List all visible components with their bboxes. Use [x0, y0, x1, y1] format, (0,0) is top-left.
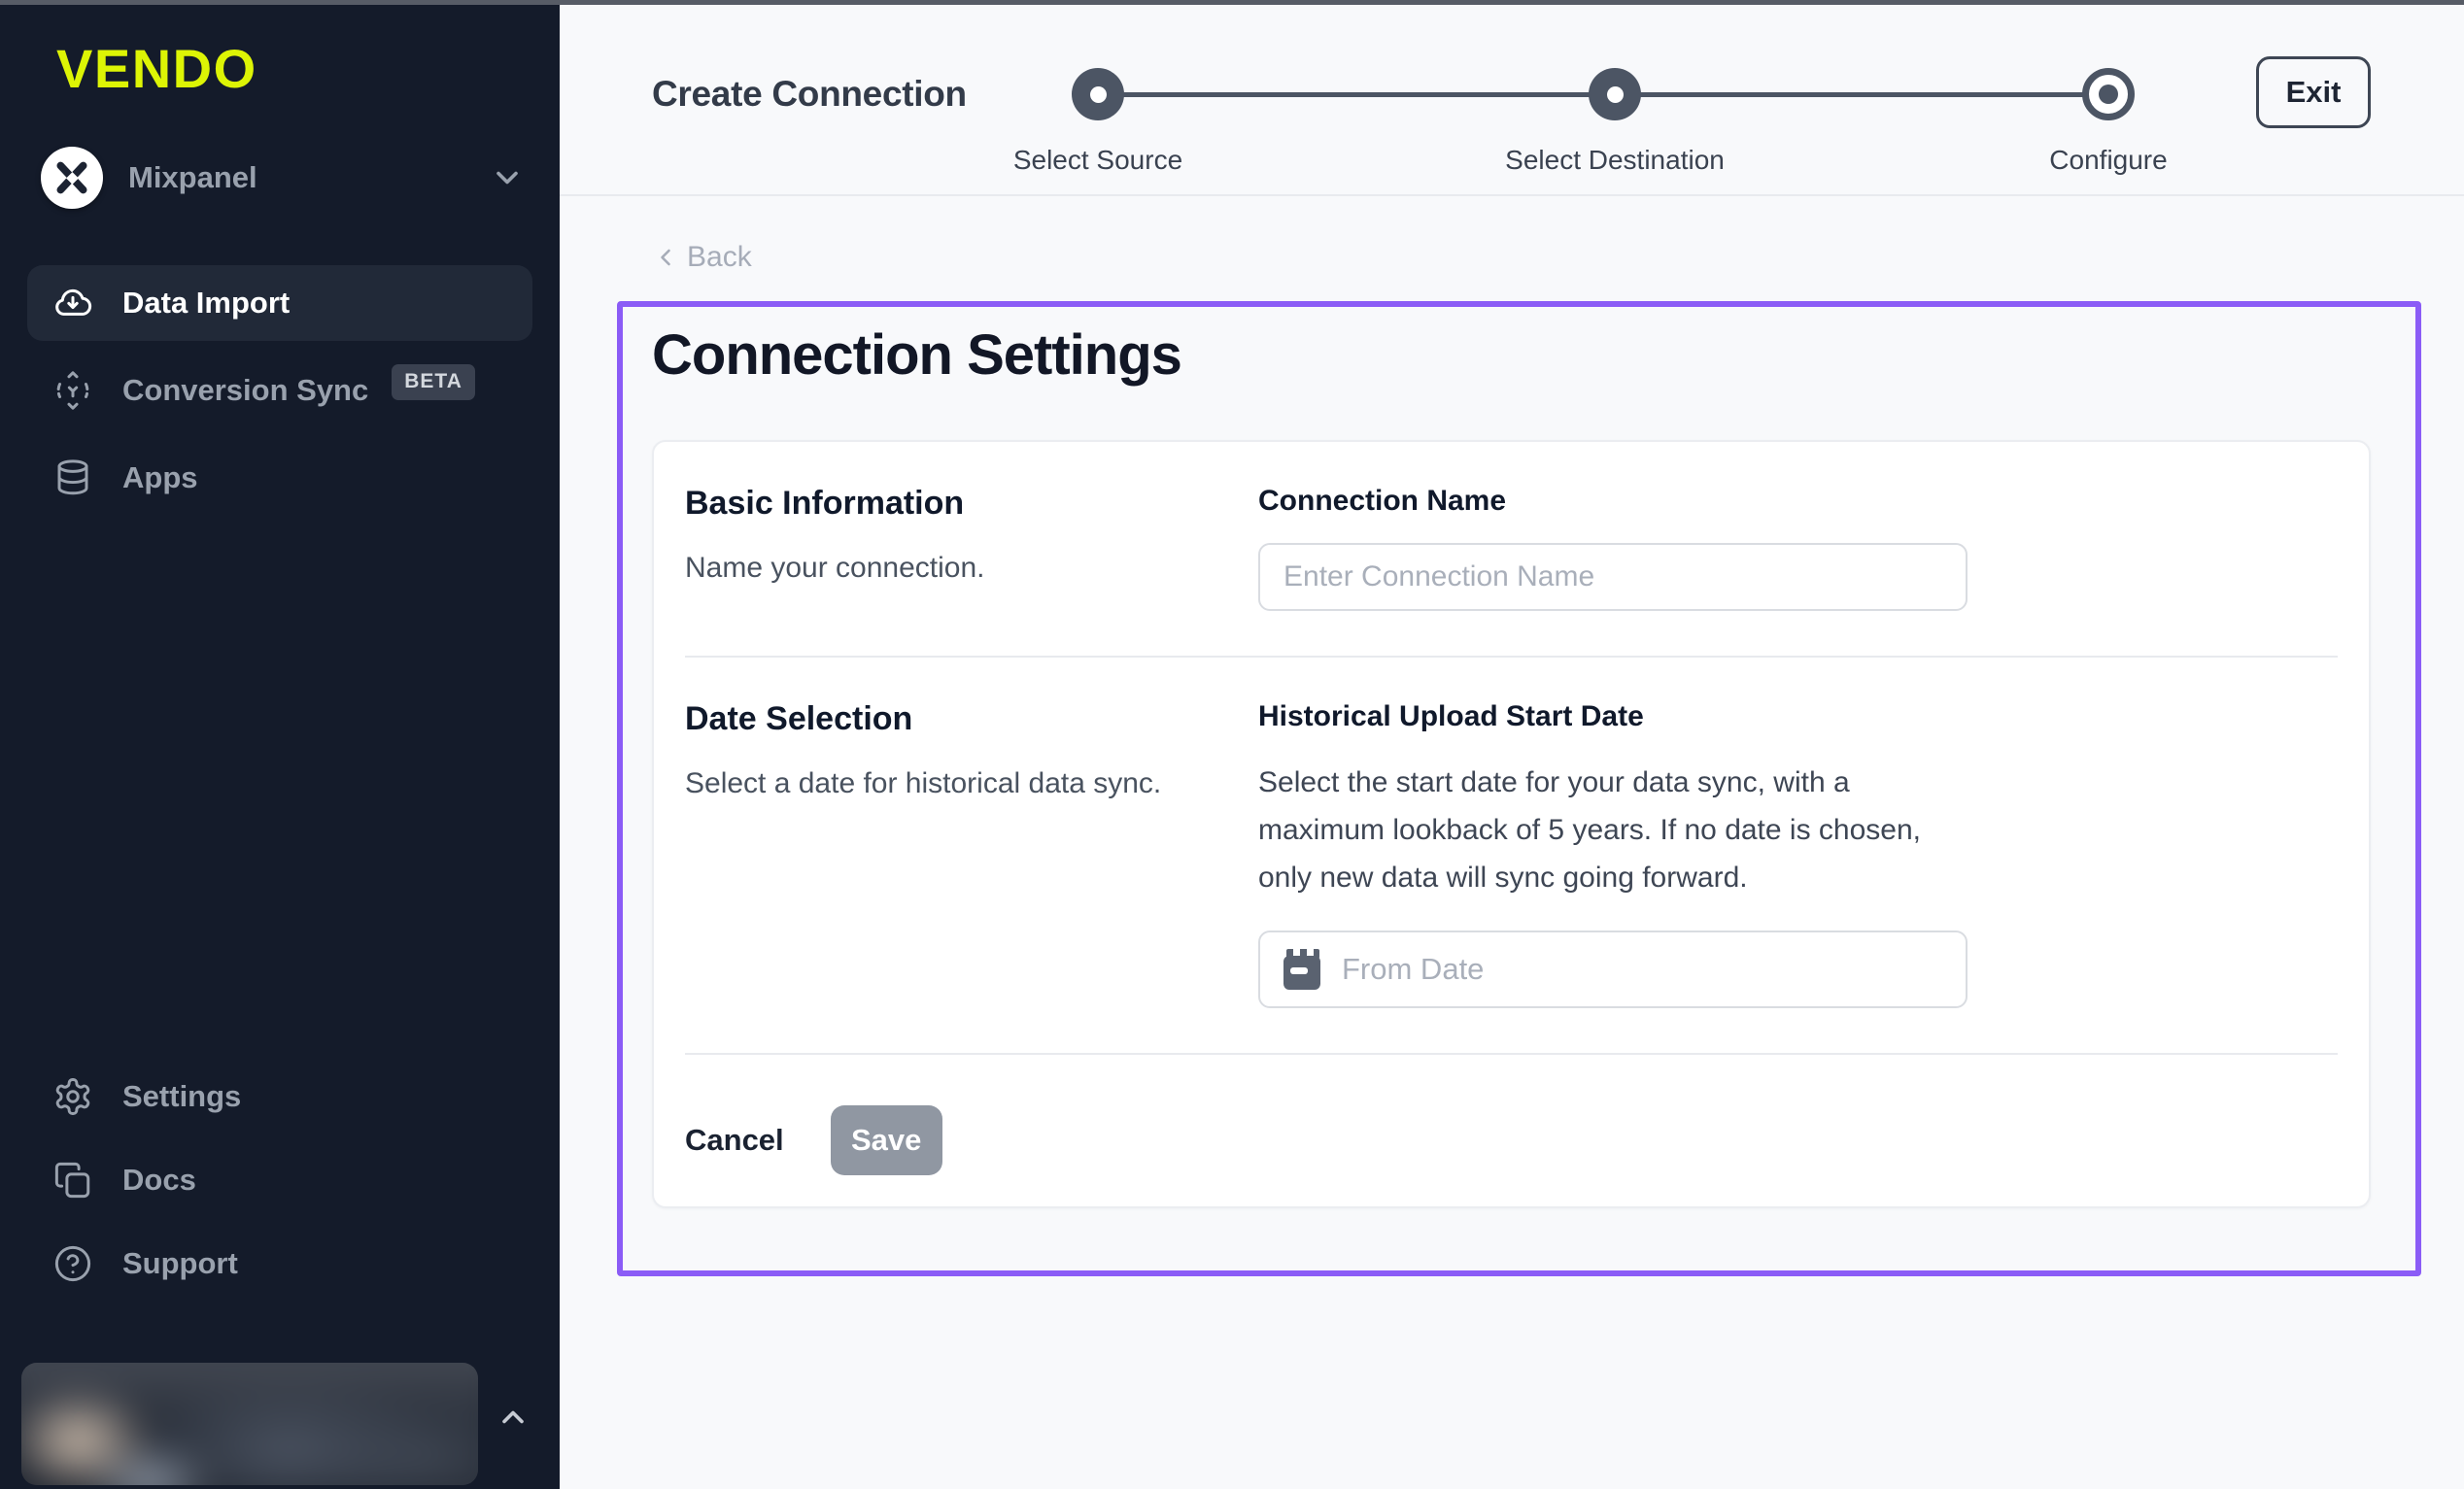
step-select-destination: Select Destination: [1459, 0, 1770, 176]
step-dot-select-source: [1072, 68, 1124, 120]
from-date-input[interactable]: From Date: [1258, 931, 1968, 1008]
beta-badge: BETA: [392, 364, 475, 400]
sidebar-item-docs[interactable]: Docs: [27, 1141, 532, 1219]
back-link[interactable]: Back: [652, 241, 752, 274]
date-selection-description-col: Date Selection Select a date for histori…: [685, 700, 1258, 1008]
sidebar-item-apps[interactable]: Apps: [27, 440, 532, 516]
user-row: [27, 1363, 532, 1489]
nav-label: Support: [122, 1246, 238, 1281]
settings-card: Basic Information Name your connection. …: [652, 440, 2371, 1208]
chevron-left-icon: [652, 244, 679, 271]
section-desc-date: Select a date for historical data sync.: [685, 767, 1258, 800]
date-selection-field-col: Historical Upload Start Date Select the …: [1258, 700, 1968, 1008]
cancel-button[interactable]: Cancel: [685, 1123, 784, 1158]
stepper: Select Source Select Destination Configu…: [560, 0, 2464, 194]
wizard-header: Create Connection Select Source Select D…: [560, 0, 2464, 196]
step-label: Select Destination: [1459, 145, 1770, 176]
from-date-placeholder: From Date: [1342, 952, 1484, 987]
nav-label: Apps: [122, 460, 198, 495]
section-title-date: Date Selection: [685, 700, 1258, 738]
step-select-source: Select Source: [942, 0, 1253, 176]
historical-upload-start-date-label: Historical Upload Start Date: [1258, 700, 1968, 733]
sidebar-nav: Data Import Conversion Sync BETA: [27, 265, 532, 516]
form-footer: Cancel Save: [685, 1055, 2338, 1206]
nav-label: Docs: [122, 1163, 196, 1198]
user-profile-blurred[interactable]: [21, 1363, 478, 1485]
step-label: Select Source: [942, 145, 1253, 176]
main-content: Create Connection Select Source Select D…: [560, 0, 2464, 1489]
basic-information-row: Basic Information Name your connection. …: [685, 442, 2338, 656]
user-profile-blur-image: [21, 1363, 478, 1485]
mixpanel-logo-icon: [41, 147, 103, 209]
panel-title: Connection Settings: [652, 322, 2386, 388]
vendo-logo: VENDO: [56, 37, 532, 100]
workspace-switcher[interactable]: Mixpanel: [27, 147, 532, 209]
exit-button[interactable]: Exit: [2256, 56, 2371, 128]
documents-icon: [52, 1160, 93, 1201]
sidebar-footer-nav: Settings Docs Support: [27, 1058, 532, 1303]
connection-name-input[interactable]: [1258, 543, 1968, 611]
section-desc-basic: Name your connection.: [685, 552, 1258, 585]
connection-settings-panel: Connection Settings Basic Information Na…: [617, 301, 2421, 1276]
top-strip: [0, 0, 2464, 5]
step-dot-select-destination: [1589, 68, 1641, 120]
basic-info-description-col: Basic Information Name your connection.: [685, 485, 1258, 611]
help-circle-icon: [52, 1243, 93, 1284]
nav-label: Conversion Sync: [122, 373, 368, 408]
date-selection-row: Date Selection Select a date for histori…: [685, 658, 2338, 1053]
step-dot-configure: [2082, 68, 2135, 120]
connection-name-label: Connection Name: [1258, 485, 1968, 518]
chevron-up-icon[interactable]: [496, 1400, 530, 1435]
save-button[interactable]: Save: [831, 1105, 942, 1175]
basic-info-field-col: Connection Name: [1258, 485, 1968, 611]
chevron-down-icon: [490, 160, 525, 195]
nav-label: Data Import: [122, 286, 290, 321]
calendar-icon: [1283, 949, 1320, 990]
workspace-name: Mixpanel: [128, 160, 464, 195]
calendar-icon-slot: [1290, 967, 1308, 974]
gear-icon: [52, 1076, 93, 1117]
sidebar-item-conversion-sync[interactable]: Conversion Sync BETA: [27, 353, 532, 428]
step-label: Configure: [1953, 145, 2264, 176]
section-title-basic: Basic Information: [685, 485, 1258, 523]
sidebar-item-settings[interactable]: Settings: [27, 1058, 532, 1135]
app-root: VENDO Mixpanel Data Import: [0, 0, 2464, 1489]
conversion-sync-icon: [52, 370, 93, 411]
nav-label: Settings: [122, 1079, 241, 1114]
cloud-download-icon: [52, 283, 93, 323]
sidebar: VENDO Mixpanel Data Import: [0, 0, 560, 1489]
step-configure: Configure: [1953, 0, 2264, 176]
date-field-help-text: Select the start date for your data sync…: [1258, 759, 1968, 901]
sidebar-spacer: [27, 516, 532, 1058]
sidebar-item-data-import[interactable]: Data Import: [27, 265, 532, 341]
back-label: Back: [687, 241, 752, 274]
database-icon: [52, 457, 93, 498]
sidebar-item-support[interactable]: Support: [27, 1225, 532, 1303]
